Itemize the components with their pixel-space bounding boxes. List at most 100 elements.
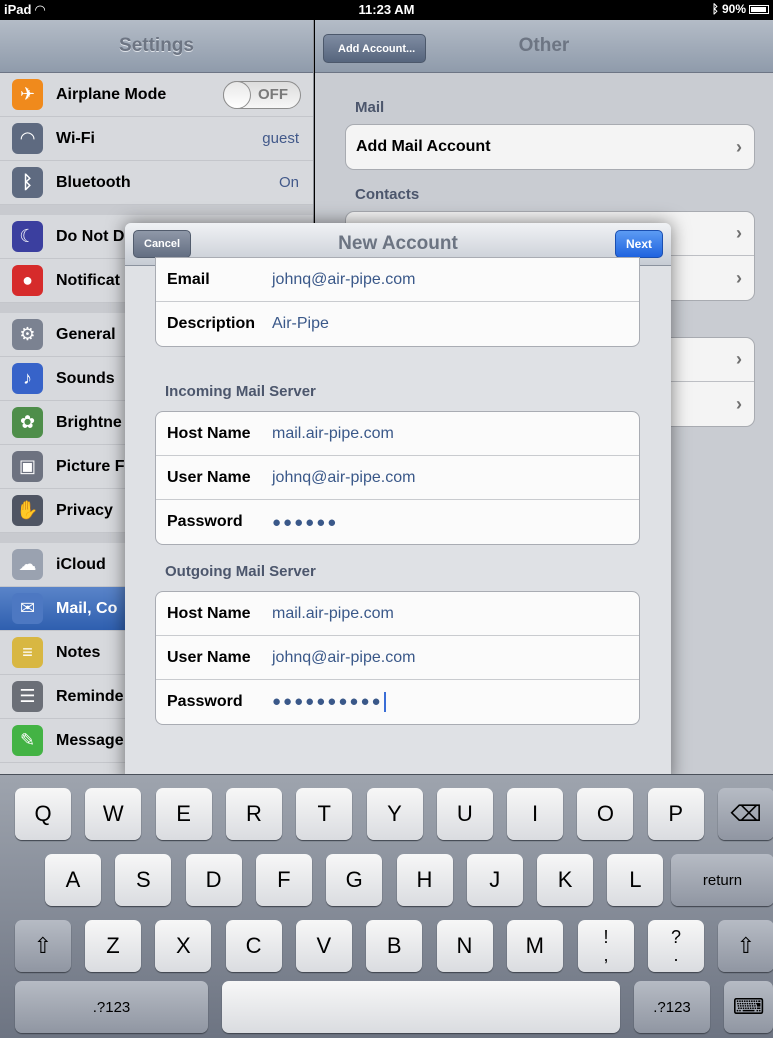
- key-s[interactable]: S: [115, 854, 172, 906]
- sidebar-item-value: On: [278, 174, 299, 191]
- sidebar-item-wi-fi[interactable]: ◠ Wi-Fi guest: [0, 117, 313, 161]
- space-key[interactable]: [222, 981, 620, 1033]
- status-bar: iPad ◠ 11:23 AM ᛒ 90%: [0, 0, 773, 20]
- sidebar-item-label: Privacy: [56, 501, 113, 519]
- shift-icon: ⇧: [736, 933, 756, 958]
- key-q[interactable]: Q: [15, 788, 71, 840]
- incoming-server-group: Host Name mail.air-pipe.com User Name jo…: [155, 411, 640, 545]
- key-j[interactable]: J: [466, 854, 523, 906]
- detail-title: Other: [518, 35, 570, 56]
- shift-icon: ⇧: [33, 933, 53, 958]
- key-o[interactable]: O: [577, 788, 634, 840]
- numbers-key-left[interactable]: .?123: [15, 981, 208, 1033]
- backspace-icon: ⌫: [730, 801, 762, 826]
- numbers-key-right[interactable]: .?123: [634, 981, 710, 1033]
- incoming-password-field[interactable]: ●●●●●●: [272, 514, 338, 531]
- key-b[interactable]: B: [366, 920, 423, 972]
- sidebar-item-label: Brightne: [56, 413, 122, 431]
- incoming-host-field[interactable]: mail.air-pipe.com: [272, 425, 394, 443]
- key-n[interactable]: N: [436, 920, 493, 972]
- sidebar-item-label: Bluetooth: [56, 173, 131, 191]
- detail-nav-bar: Add Account... Other: [315, 20, 773, 73]
- sidebar-item-label: Do Not D: [56, 227, 125, 245]
- email-row[interactable]: Email johnq@air-pipe.com: [156, 258, 639, 302]
- key-x[interactable]: X: [155, 920, 212, 972]
- sidebar-item-label: Reminde: [56, 687, 124, 705]
- settings-title: Settings: [119, 35, 194, 56]
- sidebar-item-label: Picture F: [56, 457, 125, 475]
- key-z[interactable]: Z: [85, 920, 141, 972]
- cloud-icon: ☁: [12, 549, 43, 580]
- gear-icon: ⚙: [12, 319, 43, 350]
- key-k[interactable]: K: [537, 854, 594, 906]
- shift-key-right[interactable]: ⇧: [718, 920, 773, 972]
- mail-group: Add Mail Account ›: [345, 124, 755, 170]
- incoming-host-label: Host Name: [167, 424, 251, 442]
- description-field[interactable]: Air-Pipe: [272, 315, 329, 333]
- picture-frame-icon: ▣: [12, 451, 43, 482]
- email-field[interactable]: johnq@air-pipe.com: [272, 271, 415, 289]
- incoming-password-row[interactable]: Password ●●●●●●: [156, 500, 639, 544]
- outgoing-password-row[interactable]: Password ●●●●●●●●●●: [156, 680, 639, 724]
- key-f[interactable]: F: [255, 854, 312, 906]
- key-exclaim-comma[interactable]: !,: [578, 920, 634, 972]
- key-p[interactable]: P: [647, 788, 704, 840]
- outgoing-password-label: Password: [167, 693, 243, 710]
- key-u[interactable]: U: [436, 788, 493, 840]
- incoming-host-row[interactable]: Host Name mail.air-pipe.com: [156, 412, 639, 456]
- key-symbol-bottom: .: [673, 945, 679, 965]
- outgoing-user-field[interactable]: johnq@air-pipe.com: [272, 649, 415, 667]
- key-symbol-bottom: ,: [603, 945, 609, 965]
- key-c[interactable]: C: [225, 920, 282, 972]
- backspace-key[interactable]: ⌫: [718, 788, 773, 840]
- key-v[interactable]: V: [295, 920, 352, 972]
- airplane-icon: ✈: [12, 79, 43, 110]
- sidebar-item-label: Notificat: [56, 271, 120, 289]
- return-key[interactable]: return: [671, 854, 773, 906]
- key-m[interactable]: M: [506, 920, 563, 972]
- key-i[interactable]: I: [507, 788, 564, 840]
- battery-percent: 90%: [721, 2, 746, 16]
- battery-icon: [749, 4, 769, 14]
- notification-icon: ●: [12, 265, 43, 296]
- incoming-user-row[interactable]: User Name johnq@air-pipe.com: [156, 456, 639, 500]
- key-a[interactable]: A: [45, 854, 101, 906]
- airplane-mode-toggle[interactable]: OFF: [223, 80, 301, 109]
- key-y[interactable]: Y: [366, 788, 423, 840]
- key-e[interactable]: E: [155, 788, 212, 840]
- account-info-group: Email johnq@air-pipe.com Description Air…: [155, 257, 640, 347]
- shift-key-left[interactable]: ⇧: [15, 920, 71, 972]
- outgoing-password-value: ●●●●●●●●●●: [272, 692, 383, 710]
- text-cursor: [383, 692, 386, 712]
- keyboard-icon: ⌨: [732, 994, 765, 1019]
- outgoing-user-row[interactable]: User Name johnq@air-pipe.com: [156, 636, 639, 680]
- hide-keyboard-key[interactable]: ⌨: [724, 981, 773, 1033]
- speaker-icon: ♪: [12, 363, 43, 394]
- modal-body: Email johnq@air-pipe.com Description Air…: [125, 257, 671, 783]
- sidebar-item-airplane-mode[interactable]: ✈ Airplane Mode OFF: [0, 73, 313, 117]
- key-h[interactable]: H: [396, 854, 453, 906]
- key-question-period[interactable]: ?.: [648, 920, 704, 972]
- outgoing-password-field[interactable]: ●●●●●●●●●●: [272, 692, 386, 712]
- key-g[interactable]: G: [326, 854, 383, 906]
- chevron-right-icon: ›: [736, 393, 742, 414]
- outgoing-host-label: Host Name: [167, 604, 251, 622]
- settings-nav-bar: Settings: [0, 20, 313, 73]
- key-d[interactable]: D: [185, 854, 242, 906]
- key-l[interactable]: L: [607, 854, 664, 906]
- incoming-user-label: User Name: [167, 468, 251, 486]
- add-mail-account-row[interactable]: Add Mail Account ›: [346, 125, 754, 169]
- outgoing-host-field[interactable]: mail.air-pipe.com: [272, 605, 394, 623]
- sidebar-item-bluetooth[interactable]: ᛒ Bluetooth On: [0, 161, 313, 205]
- next-button[interactable]: Next: [614, 230, 663, 258]
- outgoing-host-row[interactable]: Host Name mail.air-pipe.com: [156, 592, 639, 636]
- incoming-user-field[interactable]: johnq@air-pipe.com: [272, 469, 415, 487]
- key-r[interactable]: R: [225, 788, 282, 840]
- key-t[interactable]: T: [296, 788, 353, 840]
- sidebar-item-label: Notes: [56, 643, 101, 661]
- chevron-right-icon: ›: [736, 223, 742, 243]
- key-w[interactable]: W: [85, 788, 142, 840]
- description-row[interactable]: Description Air-Pipe: [156, 302, 639, 346]
- chevron-right-icon: ›: [736, 349, 742, 369]
- chevron-right-icon: ›: [736, 136, 742, 157]
